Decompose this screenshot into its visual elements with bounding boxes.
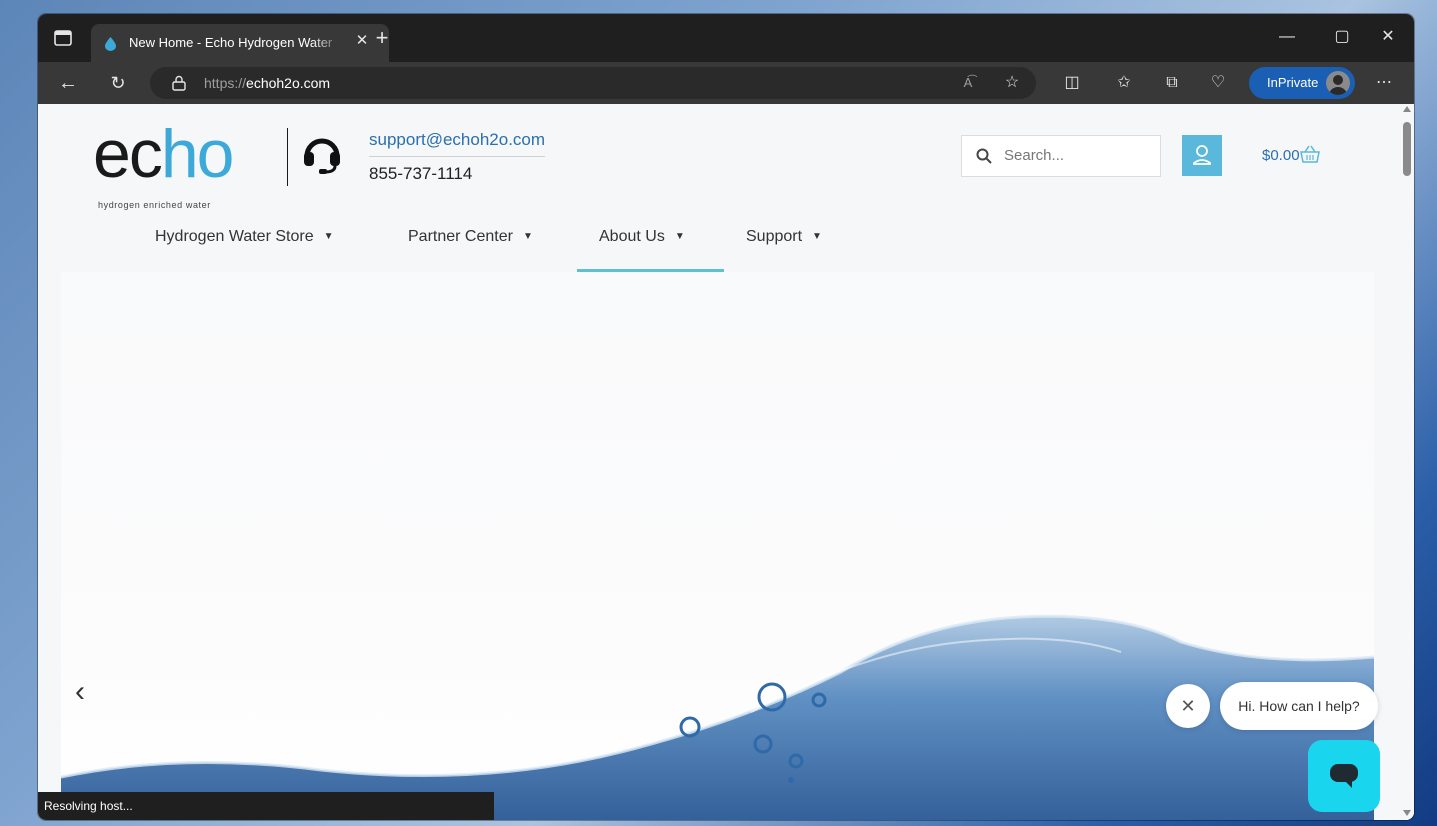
- tab-actions-icon[interactable]: [54, 30, 72, 46]
- nav-item-label: Support: [746, 228, 803, 245]
- page-content: echo hydrogen enriched water support@ech…: [38, 104, 1414, 820]
- tab-strip: New Home - Echo Hydrogen Water ✕ + — ▢ ✕: [38, 14, 1414, 62]
- back-arrow-icon[interactable]: ←: [58, 73, 78, 93]
- url-text[interactable]: https://echoh2o.com: [204, 75, 330, 91]
- search-icon: [976, 148, 992, 164]
- nav-item-support[interactable]: Support ▼: [746, 228, 822, 272]
- logo-tagline: hydrogen enriched water: [98, 200, 211, 210]
- caret-down-icon: ▼: [674, 231, 685, 242]
- page-scrollbar[interactable]: [1400, 104, 1414, 820]
- favorites-icon[interactable]: ✩: [1114, 73, 1134, 93]
- active-tab[interactable]: New Home - Echo Hydrogen Water ✕: [91, 24, 389, 62]
- chat-icon-tail: [1344, 780, 1352, 788]
- caret-down-icon: ▼: [812, 231, 822, 242]
- browser-toolbar: ← ↻ https://echoh2o.com A͡ ☆ ◫ ✩ ⧉ ♡ InP…: [38, 62, 1414, 104]
- logo-text-dark: ec: [93, 116, 163, 192]
- slider-prev-arrow[interactable]: ‹: [75, 677, 97, 707]
- inprivate-label: InPrivate: [1267, 75, 1319, 90]
- support-email-link[interactable]: support@echoh2o.com: [369, 130, 546, 157]
- caret-down-icon: ▼: [323, 231, 334, 242]
- minimize-button[interactable]: —: [1272, 24, 1302, 50]
- scroll-thumb[interactable]: [1403, 122, 1411, 176]
- chat-close-button[interactable]: ✕: [1166, 684, 1210, 728]
- user-icon: [1193, 145, 1211, 165]
- nav-item-label: Hydrogen Water Store: [155, 228, 314, 245]
- read-aloud-icon[interactable]: A͡: [958, 73, 978, 93]
- nav-item-partner-center[interactable]: Partner Center ▼: [408, 228, 533, 272]
- search-input[interactable]: [1002, 146, 1146, 165]
- lock-icon[interactable]: [172, 75, 186, 91]
- scroll-down-arrow-icon[interactable]: [1403, 810, 1411, 816]
- support-phone[interactable]: 855-737-1114: [369, 164, 472, 184]
- browser-essentials-icon[interactable]: ♡: [1208, 73, 1228, 93]
- logo-text-accent: ho: [160, 116, 235, 192]
- basket-icon[interactable]: [1299, 144, 1321, 164]
- header-divider: [287, 128, 288, 186]
- tab-title: New Home - Echo Hydrogen Water: [129, 35, 333, 50]
- cart-total[interactable]: $0.00: [1262, 147, 1300, 164]
- browser-status-bar: Resolving host...: [38, 792, 494, 820]
- site-favicon-icon: [105, 37, 116, 51]
- refresh-icon[interactable]: ↻: [108, 73, 128, 93]
- browser-window: New Home - Echo Hydrogen Water ✕ + — ▢ ✕…: [38, 14, 1414, 820]
- nav-item-about-us[interactable]: About Us ▼: [577, 228, 724, 272]
- chat-launcher-button[interactable]: [1308, 740, 1380, 812]
- echo-logo[interactable]: echo hydrogen enriched water: [93, 116, 263, 210]
- favorite-star-icon[interactable]: ☆: [1002, 73, 1022, 93]
- new-tab-button[interactable]: +: [371, 27, 393, 49]
- nav-item-label: About Us: [599, 228, 665, 245]
- more-menu-icon[interactable]: ⋯: [1374, 73, 1394, 93]
- search-box[interactable]: [961, 135, 1161, 177]
- headset-icon: [304, 138, 340, 174]
- split-screen-icon[interactable]: ◫: [1062, 73, 1082, 93]
- hero-slider: ‹: [61, 272, 1374, 820]
- maximize-button[interactable]: ▢: [1327, 24, 1357, 50]
- close-window-button[interactable]: ✕: [1373, 24, 1403, 50]
- address-bar[interactable]: https://echoh2o.com A͡ ☆: [150, 67, 1036, 99]
- nav-item-hydrogen-water-store[interactable]: Hydrogen Water Store ▼: [155, 228, 334, 272]
- caret-down-icon: ▼: [522, 231, 533, 242]
- profile-person-icon: [1329, 75, 1347, 95]
- chat-greeting-bubble[interactable]: Hi. How can I help?: [1220, 682, 1378, 730]
- inprivate-button[interactable]: InPrivate: [1249, 67, 1355, 99]
- water-splash-image: [61, 614, 1374, 820]
- scroll-up-arrow-icon[interactable]: [1403, 106, 1411, 112]
- profile-avatar: [1326, 71, 1350, 95]
- tab-close-icon[interactable]: ✕: [353, 32, 371, 50]
- nav-item-label: Partner Center: [408, 228, 513, 245]
- collections-icon[interactable]: ⧉: [1162, 73, 1182, 93]
- account-button[interactable]: [1182, 135, 1222, 176]
